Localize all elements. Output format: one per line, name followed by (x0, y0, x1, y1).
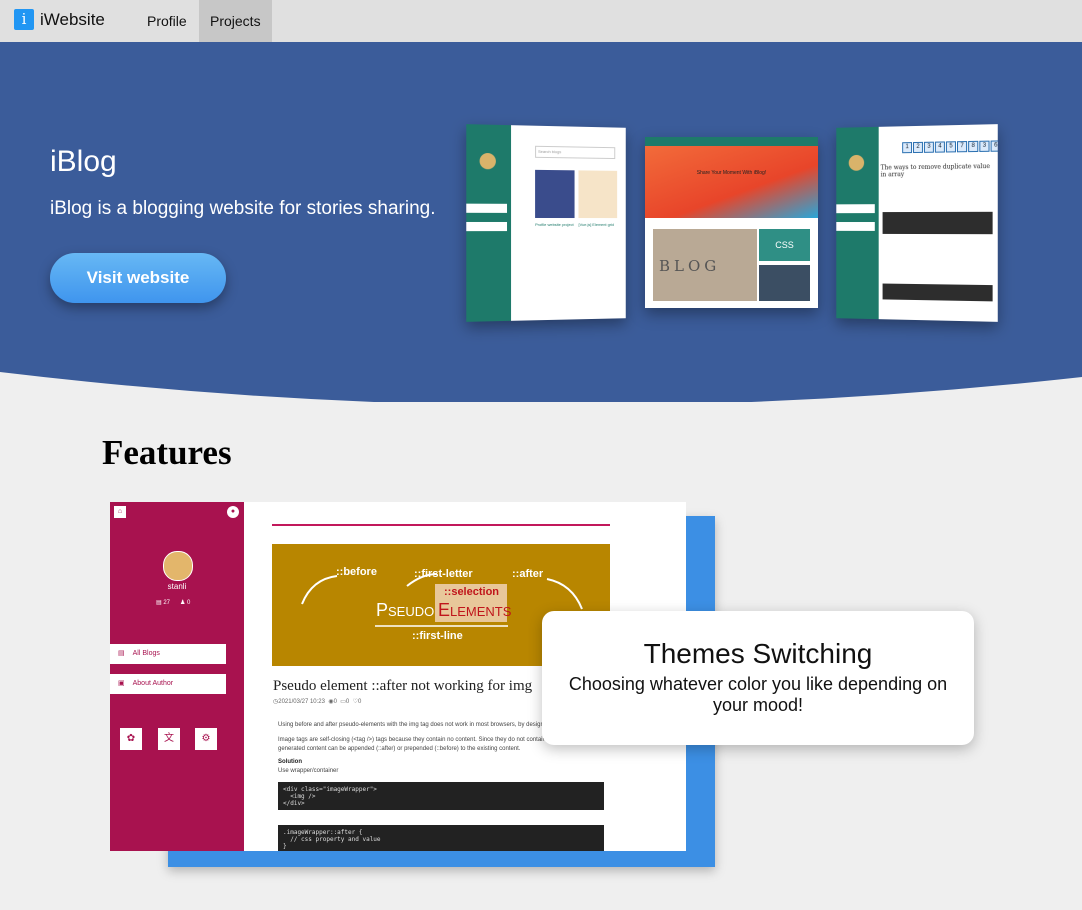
array-digit: 2 (913, 142, 923, 153)
navbar: i iWebsite Profile Projects (0, 0, 1082, 42)
screenshot-sidebar: ⌂ ● stanli ▤ 27 ♟ 0 ▤ All Blogs ▣ About Au… (110, 502, 244, 851)
author-icon: ▣ (118, 680, 125, 687)
array-digit: 7 (957, 141, 967, 152)
array-digit: 3 (979, 141, 989, 152)
username: stanli (110, 582, 244, 591)
hero-title: iBlog (50, 145, 117, 179)
array-digit: 8 (968, 141, 978, 152)
array-digit: 6 (991, 140, 998, 151)
preview-search-input: Search blogs (535, 146, 615, 159)
features-heading: Features (102, 433, 232, 473)
feature-card-text: Choosing whatever color you like dependi… (568, 674, 948, 716)
solution-sub: Use wrapper/container (278, 768, 338, 774)
array-digit: 1 (902, 142, 912, 153)
array-digit: 4 (935, 141, 945, 152)
account-icon: ● (227, 506, 239, 518)
menu-all-blogs[interactable]: ▤ All Blogs (110, 644, 226, 664)
nav-profile[interactable]: Profile (136, 0, 198, 42)
palette-icon[interactable]: ✿ (120, 728, 142, 750)
code-block-2: .imageWrapper::after { // css property a… (278, 825, 604, 851)
translate-icon[interactable]: 文 (158, 728, 180, 750)
home-icon: ⌂ (114, 506, 126, 518)
blog-icon: ▤ (118, 650, 125, 657)
hero-section: iBlog iBlog is a blogging website for st… (0, 42, 1082, 402)
visit-website-button[interactable]: Visit website (50, 253, 226, 303)
post-meta: ◷2021/03/27 10:23 ◉0 ▭0 ♡0 (273, 698, 361, 705)
brand-name: iWebsite (40, 10, 105, 30)
nav-projects[interactable]: Projects (199, 0, 272, 42)
progress-divider (272, 524, 610, 526)
code-block-1: <div class="imageWrapper"> <img /> </div… (278, 782, 604, 810)
stat-followers: ♟ 0 (180, 599, 190, 606)
avatar (163, 551, 193, 581)
preview-blog-list: Search blogs Profile website project [Vu… (466, 124, 625, 322)
preview-array-digits: 123457836 (902, 140, 998, 153)
array-digit: 5 (946, 141, 956, 152)
brand-link[interactable]: i iWebsite (14, 9, 105, 30)
preview-article: 123457836 The ways to remove duplicate v… (836, 124, 997, 322)
solution-heading: Solution (278, 759, 302, 765)
brand-logo-icon: i (14, 9, 34, 30)
stat-blogs: ▤ 27 (156, 599, 170, 606)
array-digit: 3 (924, 142, 934, 153)
post-title: Pseudo element ::after not working for i… (273, 678, 532, 695)
menu-about-author[interactable]: ▣ About Author (110, 674, 226, 694)
hero-subtitle: iBlog is a blogging website for stories … (50, 198, 435, 220)
feature-card-title: Themes Switching (542, 638, 974, 670)
preview-home: Share Your Moment With iBlog! BLOG CSS (645, 137, 818, 308)
settings-icon[interactable]: ⚙ (195, 728, 217, 750)
feature-card: Themes Switching Choosing whatever color… (542, 611, 974, 745)
